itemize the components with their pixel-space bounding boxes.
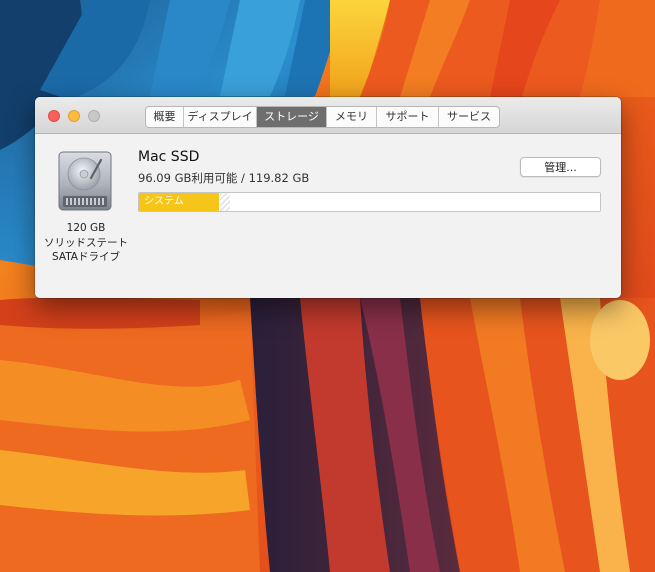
tab-overview[interactable]: 概要 <box>146 107 184 127</box>
minimize-button[interactable] <box>68 110 80 122</box>
disk-capacity-label: 120 GB <box>66 222 106 234</box>
usage-segment-system[interactable]: システム <box>139 193 219 211</box>
tab-storage[interactable]: ストレージ <box>257 107 327 127</box>
zoom-button[interactable] <box>88 110 100 122</box>
manage-button[interactable]: 管理... <box>520 157 601 177</box>
storage-pane: 120 GB ソリッドステート SATAドライブ Mac SSD 96.09 G… <box>35 134 621 298</box>
tab-displays[interactable]: ディスプレイ <box>184 107 257 127</box>
title-bar[interactable]: 概要 ディスプレイ ストレージ メモリ サポート サービス <box>35 97 621 134</box>
disk-caption: 120 GB ソリッドステート SATAドライブ <box>41 221 131 265</box>
disk-type-label: ソリッドステート <box>44 236 128 249</box>
tab-bar: 概要 ディスプレイ ストレージ メモリ サポート サービス <box>145 106 500 128</box>
disk-interface-label: SATAドライブ <box>51 251 120 263</box>
usage-segment-system-label: システム <box>144 196 184 207</box>
tab-memory[interactable]: メモリ <box>327 107 377 127</box>
tab-support[interactable]: サポート <box>377 107 439 127</box>
close-button[interactable] <box>48 110 60 122</box>
tab-service[interactable]: サービス <box>439 107 499 127</box>
about-this-mac-window: 概要 ディスプレイ ストレージ メモリ サポート サービス 120 GB ソリッ… <box>35 97 621 298</box>
disk-availability: 96.09 GB利用可能 / 119.82 GB <box>138 171 310 185</box>
desktop: 概要 ディスプレイ ストレージ メモリ サポート サービス 120 GB ソリッ… <box>0 0 655 572</box>
storage-usage-bar[interactable]: システム <box>138 192 601 212</box>
disk-name: Mac SSD <box>138 149 200 165</box>
hard-drive-icon <box>58 151 112 211</box>
usage-segment-other[interactable] <box>219 193 230 211</box>
